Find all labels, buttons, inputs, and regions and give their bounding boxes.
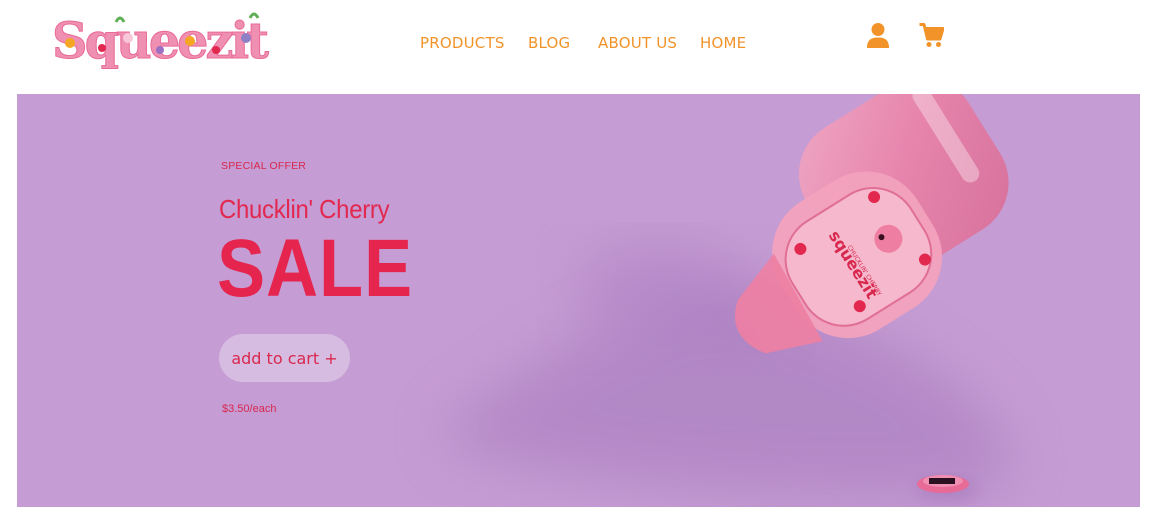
flavor-title: Chucklin' Cherry <box>219 194 390 224</box>
nav-item-home[interactable]: HOME <box>700 34 746 52</box>
sale-headline: SALE <box>217 223 413 314</box>
bottle-image: squeezit CHUCKLIN' CHERRY <box>447 94 1010 501</box>
site-header: Squeezit PRODUCTS BLOG ABOUT US HOME <box>0 0 1158 94</box>
user-icon[interactable] <box>866 22 890 49</box>
price-label: $3.50/each <box>222 403 277 415</box>
nav-item-blog[interactable]: BLOG <box>528 34 570 52</box>
svg-text:Squeezit: Squeezit <box>52 11 269 70</box>
add-to-cart-button[interactable]: add to cart + <box>219 334 350 382</box>
cart-icon[interactable] <box>919 22 944 48</box>
nav-item-products[interactable]: PRODUCTS <box>420 34 505 52</box>
hero-banner: squeezit CHUCKLIN' CHERRY SPECIAL OFFER … <box>17 94 1140 507</box>
squeezit-logo[interactable]: Squeezit <box>50 8 271 71</box>
special-offer-eyebrow: SPECIAL OFFER <box>221 160 307 172</box>
nav-item-about-us[interactable]: ABOUT US <box>598 34 677 52</box>
